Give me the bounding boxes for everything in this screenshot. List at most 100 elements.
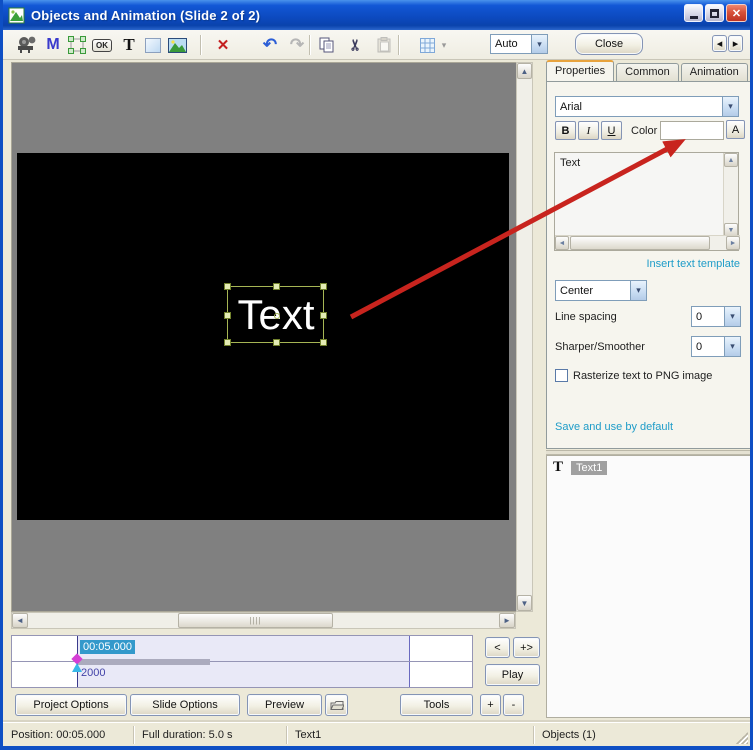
tab-animation[interactable]: Animation: [681, 63, 748, 81]
next-slide-button[interactable]: ▸: [728, 35, 743, 52]
timeline-prev-button[interactable]: <: [485, 637, 510, 658]
slide-area[interactable]: Text: [17, 153, 509, 520]
bold-button[interactable]: B: [555, 121, 576, 140]
scroll-up-icon[interactable]: ▲: [724, 153, 738, 167]
timeline-add-button[interactable]: +>: [513, 637, 540, 658]
resize-handle-nw[interactable]: [224, 283, 231, 290]
object-list-item[interactable]: T Text1: [553, 459, 750, 476]
canvas-horizontal-scrollbar[interactable]: ◄ ► ||||: [11, 612, 516, 629]
chevron-down-icon: ▾: [442, 40, 447, 51]
preview-button[interactable]: Preview: [247, 694, 322, 716]
resize-handle-sw[interactable]: [224, 339, 231, 346]
grid-button[interactable]: [415, 33, 439, 57]
object-name[interactable]: Text1: [571, 461, 607, 475]
text-editor-hscrollbar[interactable]: ◄ ►: [555, 235, 740, 250]
scrollbar-thumb[interactable]: ||||: [178, 613, 333, 628]
grid-icon: [420, 38, 435, 53]
save-default-link[interactable]: Save and use by default: [555, 421, 673, 433]
line-spacing-label: Line spacing: [555, 311, 617, 323]
scroll-left-icon[interactable]: ◄: [555, 236, 569, 250]
sharper-smoother-select[interactable]: 0 ▾: [691, 336, 741, 357]
add-video-button[interactable]: [15, 33, 39, 57]
chevron-down-icon[interactable]: ▾: [722, 97, 738, 116]
app-icon: [8, 7, 25, 24]
resize-handle-n[interactable]: [273, 283, 280, 290]
text-content-editor[interactable]: Text ▲ ▼ ◄ ►: [554, 152, 739, 251]
prev-slide-button[interactable]: ◂: [712, 35, 727, 52]
resize-handle-e[interactable]: [320, 312, 327, 319]
add-button-object-button[interactable]: OK: [90, 33, 114, 57]
redo-icon: ↷: [290, 35, 304, 55]
insert-text-template-link[interactable]: Insert text template: [646, 258, 740, 270]
redo-button[interactable]: ↷: [285, 33, 309, 57]
scroll-left-icon[interactable]: ◄: [12, 613, 28, 628]
slide-canvas[interactable]: Text: [11, 62, 516, 612]
toolbar: M OK T ✕: [3, 30, 750, 60]
resize-handle-w[interactable]: [224, 312, 231, 319]
chevron-down-icon[interactable]: ▾: [724, 337, 740, 356]
center-point-handle[interactable]: [274, 313, 280, 319]
add-frame-button[interactable]: [65, 33, 89, 57]
undo-icon: ↶: [263, 35, 277, 55]
play-button[interactable]: Play: [485, 664, 540, 686]
sharper-smoother-value: 0: [692, 341, 724, 353]
status-selected-object: Text1: [287, 727, 533, 743]
text-editor-vscrollbar[interactable]: ▲ ▼: [723, 153, 738, 237]
minimize-button[interactable]: [684, 4, 703, 22]
keyframe-marker-icon[interactable]: [72, 663, 82, 672]
color-swatch[interactable]: [660, 121, 724, 140]
maximize-button[interactable]: [705, 4, 724, 22]
delete-button[interactable]: ✕: [211, 33, 235, 57]
scrollbar-thumb[interactable]: [570, 236, 710, 250]
paste-button[interactable]: [372, 33, 396, 57]
zoom-in-button[interactable]: +: [480, 694, 501, 716]
zoom-mode-select[interactable]: Auto ▾: [490, 34, 548, 54]
cut-button[interactable]: ✂: [343, 33, 367, 57]
slide-options-button[interactable]: Slide Options: [130, 694, 240, 716]
resize-handle-s[interactable]: [273, 339, 280, 346]
underline-button[interactable]: U: [601, 121, 622, 140]
close-editor-button[interactable]: Close: [575, 33, 643, 55]
italic-button[interactable]: I: [578, 121, 599, 140]
objects-list[interactable]: T Text1: [546, 455, 751, 718]
resize-grip[interactable]: [736, 732, 748, 744]
timeline-position-label[interactable]: 00:05.000: [80, 640, 135, 654]
scroll-right-icon[interactable]: ►: [499, 613, 515, 628]
scroll-down-icon[interactable]: ▼: [517, 595, 532, 611]
grid-options-dropdown[interactable]: ▾: [437, 33, 451, 57]
titlebar[interactable]: Objects and Animation (Slide 2 of 2) ✕: [0, 0, 753, 30]
project-options-button[interactable]: Project Options: [15, 694, 127, 716]
add-rectangle-button[interactable]: [141, 33, 165, 57]
tab-common[interactable]: Common: [616, 63, 679, 81]
add-image-button[interactable]: [165, 33, 189, 57]
rectangle-icon: [145, 38, 161, 53]
undo-button[interactable]: ↶: [258, 33, 282, 57]
close-window-button[interactable]: ✕: [726, 4, 747, 22]
scroll-up-icon[interactable]: ▲: [517, 63, 532, 79]
add-text-button[interactable]: T: [117, 33, 141, 57]
tools-button[interactable]: Tools: [400, 694, 473, 716]
scroll-right-icon[interactable]: ►: [726, 236, 740, 250]
resize-handle-ne[interactable]: [320, 283, 327, 290]
copy-button[interactable]: [315, 33, 339, 57]
font-family-select[interactable]: Arial ▾: [555, 96, 739, 117]
cut-icon: ✂: [346, 39, 364, 52]
chevron-down-icon[interactable]: ▾: [630, 281, 646, 300]
resize-handle-se[interactable]: [320, 339, 327, 346]
chevron-down-icon[interactable]: ▾: [724, 307, 740, 326]
line-spacing-select[interactable]: 0 ▾: [691, 306, 741, 327]
canvas-vertical-scrollbar[interactable]: ▲ ▼: [516, 62, 533, 612]
add-mask-button[interactable]: M: [41, 33, 65, 57]
object-duration-bar[interactable]: [78, 659, 210, 665]
rasterize-checkbox[interactable]: [555, 369, 568, 382]
chevron-down-icon[interactable]: ▾: [531, 35, 547, 53]
properties-page: Arial ▾ B I U Color A Text ▲ ▼ ◄ ► Inser…: [546, 81, 751, 449]
tab-properties[interactable]: Properties: [546, 60, 614, 81]
text-alignment-select[interactable]: Center ▾: [555, 280, 647, 301]
font-color-picker-button[interactable]: A: [726, 120, 745, 139]
zoom-out-button[interactable]: -: [503, 694, 524, 716]
timeline[interactable]: 00:05.000 2000: [11, 635, 473, 688]
text-object-selection[interactable]: Text: [227, 286, 324, 343]
fullscreen-preview-button[interactable]: [325, 694, 348, 716]
keyframe-time-label[interactable]: 2000: [81, 667, 105, 679]
